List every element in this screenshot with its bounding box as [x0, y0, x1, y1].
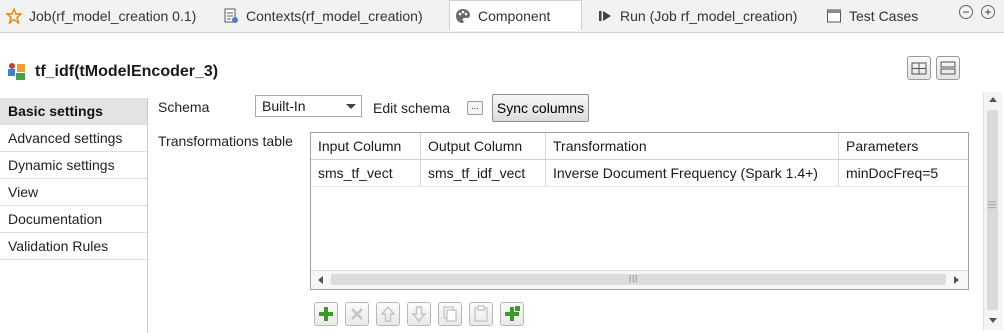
move-down-icon — [411, 306, 427, 323]
rows-layout-icon — [940, 61, 956, 75]
cell-output-column[interactable]: sms_tf_idf_vect — [421, 160, 546, 186]
grip-icon: — — — — [988, 197, 996, 212]
schema-select[interactable]: Built-In — [255, 95, 362, 117]
tab-test-cases-label: Test Cases — [849, 7, 919, 24]
tab-run-label: Run (Job rf_model_creation) — [620, 7, 798, 24]
tab-run[interactable]: Run (Job rf_model_creation) — [597, 0, 797, 31]
maximize-icon[interactable]: + — [981, 5, 995, 19]
delete-row-button[interactable] — [345, 302, 369, 326]
delete-icon — [351, 308, 363, 320]
horizontal-scroll-thumb[interactable] — [331, 274, 946, 285]
grip-icon: ||| — [629, 274, 639, 283]
model-encoder-icon — [8, 63, 25, 80]
tab-job[interactable]: Job(rf_model_creation 0.1) — [6, 0, 196, 31]
table-view-button[interactable] — [907, 56, 931, 80]
tab-contexts[interactable]: Contexts(rf_model_creation) — [223, 0, 423, 31]
nav-view[interactable]: View — [0, 179, 147, 206]
minimize-icon[interactable]: − — [959, 5, 973, 19]
scroll-down-icon[interactable] — [989, 318, 997, 323]
cell-input-column[interactable]: sms_tf_vect — [311, 160, 421, 186]
form-view-button[interactable] — [936, 56, 960, 80]
transformations-table: Input Column Output Column Transformatio… — [310, 132, 969, 290]
star-job-icon — [6, 7, 22, 24]
nav-documentation[interactable]: Documentation — [0, 206, 147, 233]
column-header-transformation[interactable]: Transformation — [546, 133, 839, 159]
move-up-button[interactable] — [376, 302, 400, 326]
test-cases-icon — [827, 9, 841, 22]
column-header-parameters[interactable]: Parameters — [839, 133, 968, 159]
table-header: Input Column Output Column Transformatio… — [311, 133, 968, 160]
column-header-input[interactable]: Input Column — [311, 133, 421, 159]
sync-columns-button[interactable]: Sync columns — [492, 94, 589, 122]
palette-icon — [456, 8, 470, 23]
nav-advanced-settings[interactable]: Advanced settings — [0, 125, 147, 152]
copy-icon — [443, 306, 457, 322]
transformations-table-label: Transformations table — [158, 133, 293, 149]
grid-layout-icon — [911, 62, 927, 75]
chevron-down-icon — [346, 104, 356, 109]
cell-transformation[interactable]: Inverse Document Frequency (Spark 1.4+) — [546, 160, 839, 186]
paste-button[interactable] — [469, 302, 493, 326]
scroll-up-icon[interactable] — [989, 97, 997, 102]
copy-button[interactable] — [438, 302, 462, 326]
vertical-scrollbar[interactable]: — — — — [983, 92, 1002, 330]
horizontal-scrollbar[interactable]: ||| — [311, 270, 968, 289]
schema-label: Schema — [158, 99, 210, 115]
add-row-button[interactable] — [314, 302, 338, 326]
table-row[interactable]: sms_tf_vect sms_tf_idf_vect Inverse Docu… — [311, 160, 968, 187]
contexts-icon — [224, 8, 238, 23]
settings-nav: Basic settings Advanced settings Dynamic… — [0, 98, 148, 333]
editor-tab-bar: Job(rf_model_creation 0.1) Contexts(rf_m… — [0, 0, 1004, 33]
edit-schema-button[interactable]: ... — [467, 101, 483, 115]
move-down-button[interactable] — [407, 302, 431, 326]
paste-icon — [474, 305, 488, 322]
nav-basic-settings[interactable]: Basic settings — [0, 98, 147, 125]
edit-schema-label: Edit schema — [373, 100, 451, 116]
cell-parameters[interactable]: minDocFreq=5 — [839, 160, 968, 186]
tab-job-label: Job(rf_model_creation 0.1) — [29, 7, 197, 24]
move-up-icon — [380, 305, 396, 322]
schema-select-value: Built-In — [262, 98, 306, 114]
tab-contexts-label: Contexts(rf_model_creation) — [246, 7, 423, 24]
page-title: tf_idf(tModelEncoder_3) — [35, 63, 219, 80]
scroll-left-icon[interactable] — [318, 276, 323, 284]
nav-validation-rules[interactable]: Validation Rules — [0, 233, 147, 260]
add-all-button[interactable] — [500, 302, 524, 326]
add-all-icon — [505, 306, 520, 321]
column-header-output[interactable]: Output Column — [421, 133, 546, 159]
tab-test-cases[interactable]: Test Cases — [826, 0, 918, 31]
tab-component[interactable]: Component — [449, 0, 582, 31]
scroll-right-icon[interactable] — [954, 276, 959, 284]
run-icon — [599, 10, 611, 21]
nav-dynamic-settings[interactable]: Dynamic settings — [0, 152, 147, 179]
tab-component-label: Component — [478, 7, 551, 24]
add-icon — [319, 307, 333, 321]
component-header: tf_idf(tModelEncoder_3) — [0, 58, 218, 86]
